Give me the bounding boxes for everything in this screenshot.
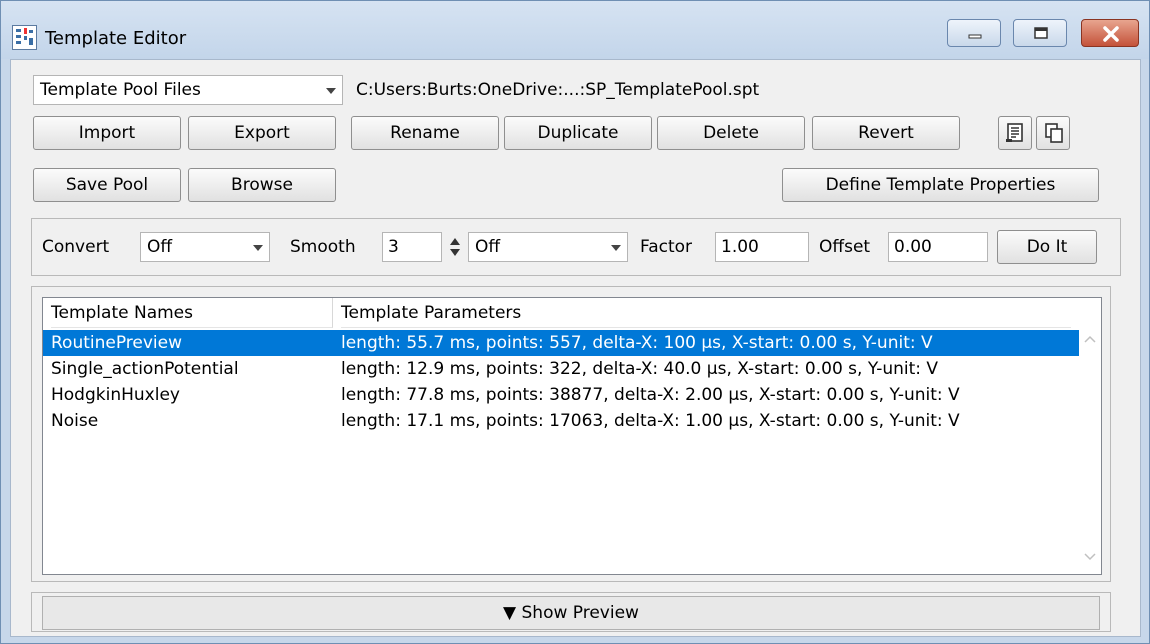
minimize-icon: [968, 34, 982, 39]
template-list[interactable]: Template Names Template Parameters Routi…: [42, 297, 1102, 575]
template-editor-window: Template Editor Template Pool Files C:Us…: [0, 0, 1150, 644]
preview-panel: ▼ Show Preview: [31, 592, 1111, 632]
table-row[interactable]: RoutinePreview length: 55.7 ms, points: …: [43, 330, 1079, 356]
offset-input[interactable]: 0.00: [888, 232, 988, 262]
do-it-button[interactable]: Do It: [997, 230, 1097, 264]
factor-label: Factor: [640, 237, 693, 257]
window-title: Template Editor: [45, 28, 187, 49]
convert-dropdown[interactable]: Off: [140, 232, 270, 262]
smooth-input[interactable]: 3: [382, 232, 442, 262]
editor-body: Template Pool Files C:Users:Burts:OneDri…: [10, 59, 1141, 637]
copy-button[interactable]: [1036, 116, 1070, 150]
source-dropdown-value: Template Pool Files: [40, 80, 201, 100]
chevron-down-icon: [253, 245, 263, 251]
stepper-arrows-icon: [450, 238, 460, 256]
transform-panel: Convert Off Smooth 3 Off Factor 1.00 Off…: [31, 218, 1121, 276]
table-row[interactable]: HodgkinHuxley length: 77.8 ms, points: 3…: [43, 382, 1079, 408]
rename-button[interactable]: Rename: [351, 116, 499, 150]
delete-button[interactable]: Delete: [657, 116, 805, 150]
offset-label: Offset: [819, 237, 871, 257]
vertical-scrollbar[interactable]: [1079, 328, 1101, 574]
title-bar[interactable]: Template Editor: [1, 1, 1149, 59]
table-row[interactable]: Single_actionPotential length: 12.9 ms, …: [43, 356, 1079, 382]
template-params: length: 77.8 ms, points: 38877, delta-X:…: [341, 385, 960, 405]
factor-value: 1.00: [721, 237, 759, 257]
close-icon: [1103, 26, 1119, 42]
copy-icon: [1045, 123, 1063, 143]
maximize-button[interactable]: [1013, 19, 1067, 47]
template-name: Noise: [51, 411, 99, 431]
convert-value: Off: [147, 237, 173, 257]
minimize-button[interactable]: [947, 19, 1001, 47]
chevron-down-icon: [611, 245, 621, 251]
convert-label: Convert: [42, 237, 110, 257]
template-name: HodgkinHuxley: [51, 385, 180, 405]
save-pool-button[interactable]: Save Pool: [33, 168, 181, 202]
define-template-properties-button[interactable]: Define Template Properties: [782, 168, 1099, 202]
smooth-label: Smooth: [290, 237, 356, 257]
column-header-parameters[interactable]: Template Parameters: [341, 298, 1071, 328]
notes-icon: [1006, 123, 1023, 142]
show-preview-button[interactable]: ▼ Show Preview: [42, 596, 1100, 630]
import-button[interactable]: Import: [33, 116, 181, 150]
template-name: RoutinePreview: [51, 333, 183, 353]
template-list-panel: Template Names Template Parameters Routi…: [31, 286, 1111, 582]
template-params: length: 12.9 ms, points: 322, delta-X: 4…: [341, 359, 939, 379]
app-icon: [12, 25, 37, 50]
scroll-arrows-icon: [1084, 335, 1096, 561]
notes-button[interactable]: [998, 116, 1032, 150]
template-params: length: 17.1 ms, points: 17063, delta-X:…: [341, 411, 960, 431]
export-button[interactable]: Export: [188, 116, 336, 150]
source-dropdown[interactable]: Template Pool Files: [33, 75, 343, 105]
close-button[interactable]: [1081, 19, 1139, 47]
template-params: length: 55.7 ms, points: 557, delta-X: 1…: [341, 333, 933, 353]
maximize-icon: [1034, 27, 1048, 39]
revert-button[interactable]: Revert: [812, 116, 960, 150]
factor-input[interactable]: 1.00: [715, 232, 809, 262]
smooth-value: 3: [388, 237, 399, 257]
pool-path: C:Users:Burts:OneDrive:...:SP_TemplatePo…: [356, 80, 760, 100]
table-row[interactable]: Noise length: 17.1 ms, points: 17063, de…: [43, 408, 1079, 434]
duplicate-button[interactable]: Duplicate: [504, 116, 652, 150]
smooth-stepper[interactable]: [448, 233, 462, 261]
smooth-mode-dropdown[interactable]: Off: [468, 232, 628, 262]
chevron-down-icon: [326, 88, 336, 94]
column-header-names[interactable]: Template Names: [51, 298, 333, 328]
browse-button[interactable]: Browse: [188, 168, 336, 202]
template-name: Single_actionPotential: [51, 359, 239, 379]
smooth-mode-value: Off: [475, 237, 501, 257]
offset-value: 0.00: [894, 237, 932, 257]
